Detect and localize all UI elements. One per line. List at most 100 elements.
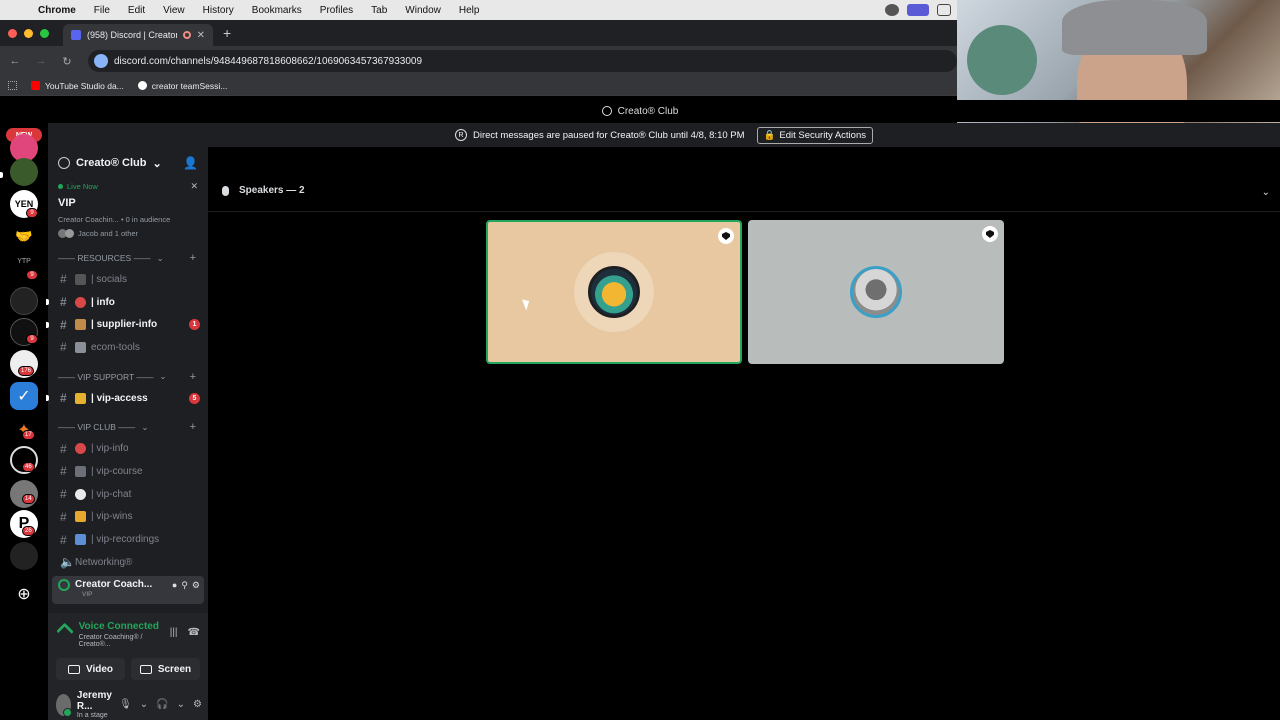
avatar [65, 229, 74, 238]
back-icon[interactable]: ← [4, 55, 26, 67]
menu-edit[interactable]: Edit [128, 5, 145, 16]
category-resources[interactable]: —— RESOURCES —— ⌄ + [48, 248, 208, 268]
channel-vip-wins[interactable]: # | vip-wins [48, 506, 208, 529]
signal-icon[interactable] [56, 622, 74, 640]
lock-icon: 🔒 [763, 129, 776, 141]
voice-status[interactable]: Voice Connected [79, 621, 164, 632]
unread-indicator [46, 395, 49, 402]
channel-vip-info[interactable]: # | vip-info [48, 437, 208, 460]
server-icon-grey[interactable] [10, 542, 38, 570]
server-title: Creato® Club [617, 105, 679, 117]
phone-emoji-icon [75, 273, 86, 285]
server-icon-game[interactable] [10, 158, 38, 186]
channel-vip-course[interactable]: # | vip-course [48, 460, 208, 483]
chevron-down-icon[interactable]: ⌄ [177, 699, 185, 710]
microphone-icon[interactable]: 🎙 [119, 699, 132, 710]
create-channel-icon[interactable]: + [190, 421, 196, 433]
channel-label: | socials [91, 273, 127, 285]
channel-supplier-info[interactable]: # | supplier-info 1 [46, 313, 208, 336]
server-header[interactable]: Creato® Club ⌄ 👤 [48, 147, 208, 179]
tab-title: (958) Discord | Creator C [87, 30, 177, 40]
live-stage-meta: Creator Coachin... • 0 in audience [58, 215, 171, 224]
channel-ecom-tools[interactable]: # ecom-tools [48, 336, 208, 359]
menu-history[interactable]: History [203, 5, 234, 16]
zoom-window-button[interactable] [40, 28, 49, 38]
server-badge: 26 [22, 526, 35, 536]
stage-channel-creator-coaching[interactable]: Creator Coach... VIP ● ⚲ ⚙ [52, 575, 204, 604]
channel-vip-recordings[interactable]: # | vip-recordings [48, 528, 208, 551]
close-tab-icon[interactable]: ✕ [197, 30, 205, 41]
menu-help[interactable]: Help [459, 5, 480, 16]
site-info-icon[interactable] [94, 54, 108, 68]
server-icon-check[interactable]: ✓ [10, 382, 38, 410]
voice-channel[interactable]: Creator Coaching® / Creato®... [79, 634, 164, 648]
youtube-icon [31, 81, 40, 90]
disconnect-icon[interactable]: ☎ [188, 627, 200, 638]
reload-icon[interactable]: ↻ [56, 55, 78, 68]
screen-label: Screen [157, 663, 192, 675]
chevron-down-icon[interactable]: ⌄ [140, 699, 148, 710]
screen-share-button[interactable]: Screen [131, 658, 200, 680]
server-badge: 17 [22, 430, 35, 440]
gear-icon[interactable]: ⚙ [192, 580, 200, 591]
invite-icon[interactable]: ⚲ [181, 580, 188, 591]
menu-window[interactable]: Window [405, 5, 441, 16]
channel-networking[interactable]: 🔈 Networking® [48, 551, 208, 574]
noise-suppression-icon[interactable]: ||| [170, 627, 178, 638]
channel-vip-access[interactable]: # | vip-access 5 [46, 387, 208, 410]
avatar[interactable] [850, 266, 902, 318]
category-vip-support[interactable]: —— VIP SUPPORT —— ⌄ + [48, 367, 208, 387]
speaker-tile-speaking[interactable] [486, 220, 742, 364]
banner-text: Direct messages are paused for Creato® C… [472, 129, 745, 141]
menu-file[interactable]: File [94, 5, 110, 16]
close-icon[interactable]: ✕ [190, 181, 198, 192]
gear-icon[interactable]: ⚙ [193, 699, 202, 710]
forward-icon[interactable]: → [30, 55, 52, 67]
edit-security-actions-button[interactable]: 🔒 Edit Security Actions [756, 126, 873, 144]
pin-emoji-icon [75, 443, 86, 455]
browser-tab[interactable]: (958) Discord | Creator C ✕ [63, 24, 213, 46]
status-icon[interactable] [885, 4, 899, 16]
speaker-tile[interactable] [748, 220, 1004, 364]
server-icon-dark[interactable] [10, 287, 38, 315]
screen-record-icon[interactable] [907, 4, 929, 16]
speech-emoji-icon [75, 488, 86, 500]
server-badge: 9 [26, 334, 38, 344]
chevron-down-icon[interactable]: ⌄ [1262, 187, 1270, 198]
new-tab-icon[interactable]: + [223, 25, 231, 41]
camera-icon[interactable] [937, 4, 951, 16]
bookmark-youtube-studio[interactable]: YouTube Studio da... [31, 81, 124, 91]
discord-title-bar: Creato® Club [0, 100, 1280, 122]
avatar[interactable] [588, 266, 640, 318]
server-icon-handshake[interactable]: 🤝 [10, 222, 38, 250]
bookmark-creator-team[interactable]: creator teamSessi... [137, 81, 227, 91]
url-input[interactable]: discord.com/channels/948449687818608662/… [88, 50, 957, 72]
menu-app[interactable]: Chrome [38, 5, 76, 16]
minimize-window-button[interactable] [24, 28, 33, 38]
video-button[interactable]: Video [56, 658, 125, 680]
username[interactable]: Jeremy R... [77, 690, 113, 712]
channel-info[interactable]: # | info [46, 291, 208, 314]
add-server-icon[interactable]: ⊕ [10, 580, 38, 608]
channel-label: | vip-course [91, 465, 143, 477]
avatar[interactable] [56, 693, 72, 717]
menu-tab[interactable]: Tab [371, 5, 387, 16]
menu-bookmarks[interactable]: Bookmarks [252, 5, 302, 16]
create-channel-icon[interactable]: + [190, 371, 196, 383]
close-window-button[interactable] [8, 28, 17, 38]
channel-vip-chat[interactable]: # | vip-chat [48, 483, 208, 506]
channel-label: | vip-recordings [91, 534, 160, 546]
apps-grid-icon[interactable] [8, 81, 17, 90]
headphones-icon[interactable]: 🎧 [156, 699, 168, 710]
menu-view[interactable]: View [163, 5, 185, 16]
chat-bubble-icon[interactable]: ● [172, 580, 177, 591]
dm-paused-banner: R Direct messages are paused for Creato®… [48, 123, 1280, 147]
create-channel-icon[interactable]: + [190, 252, 196, 264]
channel-socials[interactable]: # | socials [48, 268, 208, 291]
category-vip-club[interactable]: —— VIP CLUB —— ⌄ + [48, 417, 208, 437]
live-stage-card[interactable]: Live Now ✕ VIP Creator Coachin... • 0 in… [48, 179, 208, 240]
add-member-icon[interactable]: 👤 [183, 156, 198, 170]
menu-profiles[interactable]: Profiles [320, 5, 353, 16]
hash-icon: # [60, 532, 67, 547]
bookmarks-bar: YouTube Studio da... creator teamSessi..… [0, 76, 957, 96]
